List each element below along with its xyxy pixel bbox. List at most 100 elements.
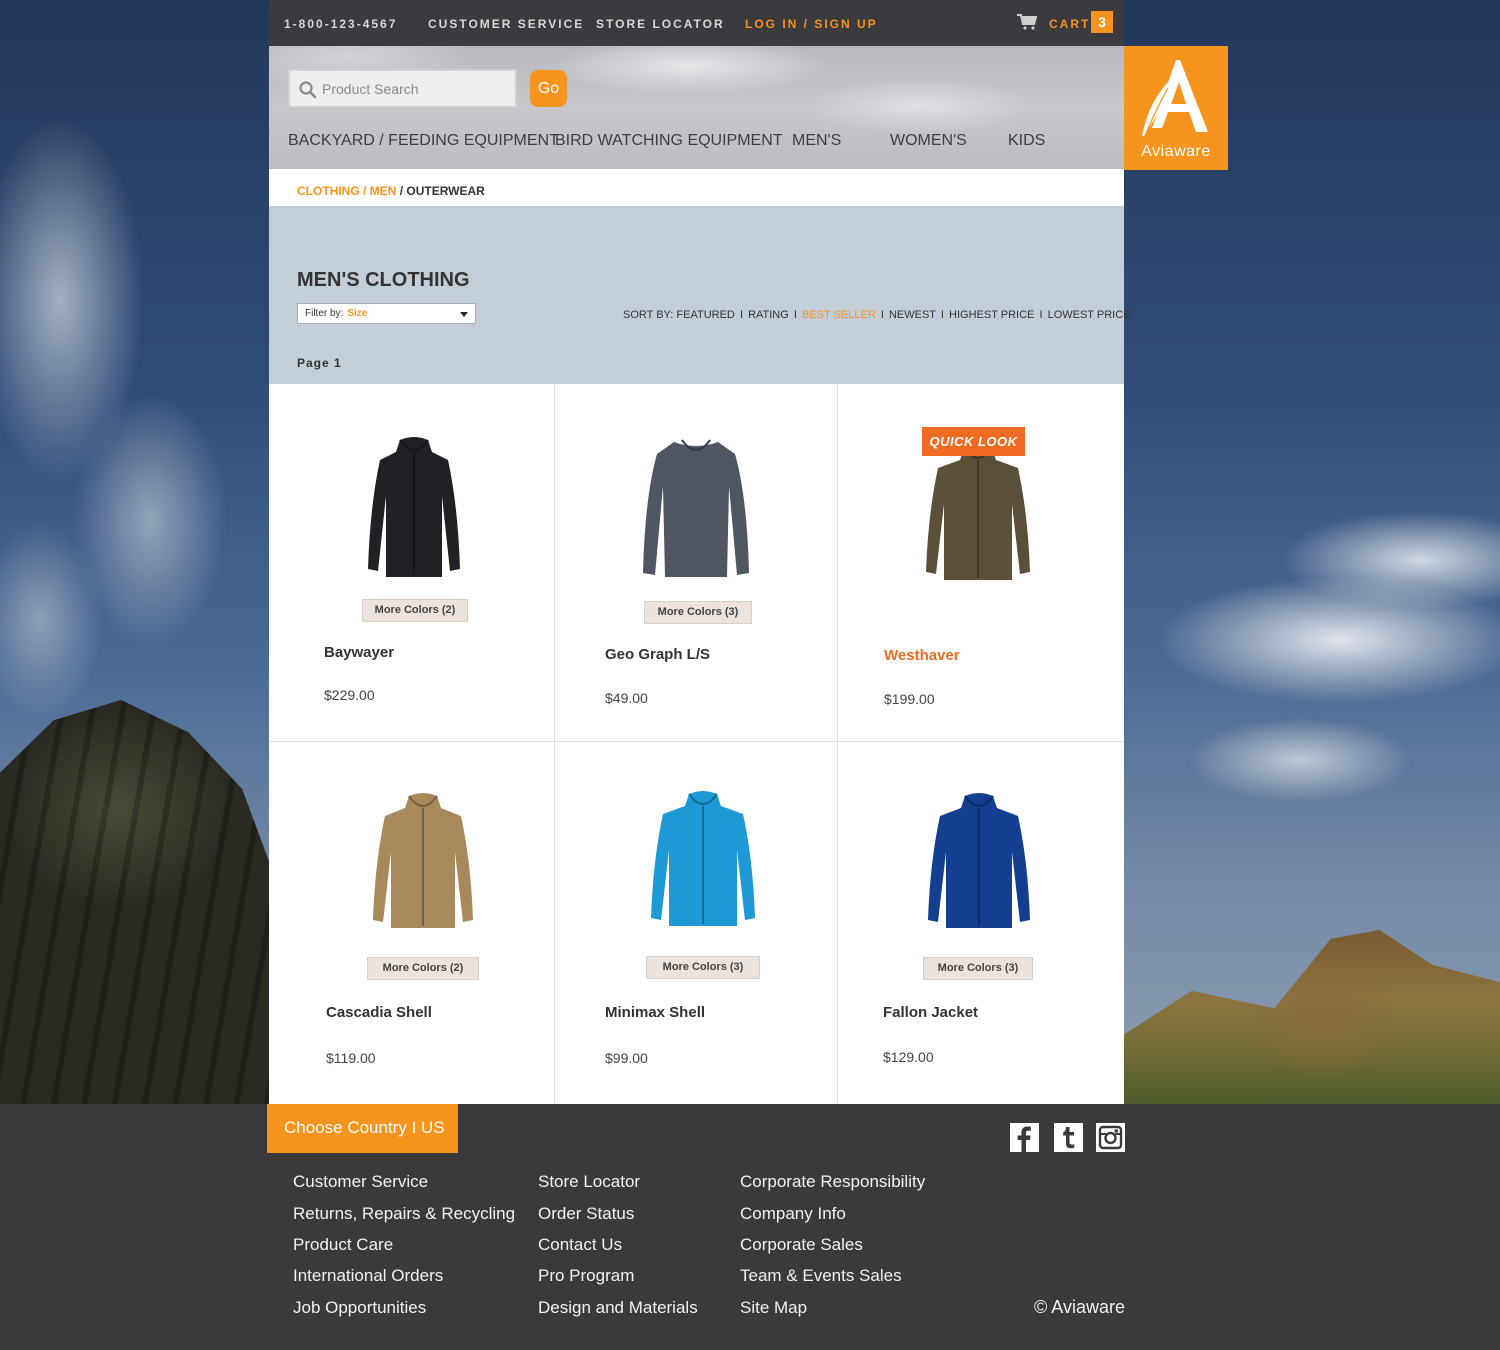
product-image-jacket[interactable] [924, 792, 1034, 932]
product-name[interactable]: Minimax Shell [605, 1004, 705, 1021]
garment-body [643, 442, 749, 577]
main-header: Go BACKYARD / FEEDING EQUIPMENT BIRD WAT… [269, 46, 1124, 169]
top-bar: 1-800-123-4567 CUSTOMER SERVICE STORE LO… [269, 0, 1124, 46]
more-colors-button[interactable]: More Colors (3) [923, 957, 1033, 980]
footer-link[interactable]: International Orders [293, 1266, 443, 1286]
sort-options: SORT BY: FEATURED I RATING I BEST SELLER… [623, 309, 1131, 321]
footer-link[interactable]: Returns, Repairs & Recycling [293, 1204, 515, 1224]
filter-value: Size [347, 308, 368, 319]
sort-prefix: SORT BY: [623, 309, 674, 321]
sort-separator: I [739, 309, 743, 321]
choose-country-button[interactable]: Choose Country I US [267, 1104, 458, 1153]
breadcrumb: CLOTHING / MEN / OUTERWEAR [269, 169, 1124, 206]
category-header: MEN'S CLOTHING Filter by: Size SORT BY: F… [269, 206, 1131, 384]
product-image-jacket[interactable] [364, 436, 464, 581]
breadcrumb-separator: / [359, 184, 370, 198]
more-colors-button[interactable]: More Colors (3) [646, 956, 760, 979]
tumblr-icon[interactable] [1054, 1123, 1083, 1152]
breadcrumb-separator: / [396, 184, 407, 198]
product-grid: More Colors (2) Baywayer $229.00 More Co… [269, 384, 1124, 1104]
footer-link[interactable]: Company Info [740, 1204, 846, 1224]
search-box [288, 69, 517, 108]
product-price: $229.00 [324, 687, 375, 703]
breadcrumb-outerwear: OUTERWEAR [406, 184, 485, 198]
product-image-jacket[interactable] [369, 792, 477, 932]
product-price: $49.00 [605, 690, 648, 706]
nav-mens[interactable]: MEN'S [792, 132, 841, 150]
phone-number: 1-800-123-4567 [284, 17, 398, 31]
product-price: $129.00 [883, 1049, 934, 1065]
product-name[interactable]: Westhaver [884, 647, 960, 664]
product-card[interactable]: More Colors (2) Baywayer $229.00 [269, 384, 555, 742]
quick-look-button[interactable]: QUICK LOOK [922, 427, 1025, 456]
more-colors-button[interactable]: More Colors (3) [644, 601, 752, 624]
product-card[interactable]: More Colors (3) Minimax Shell $99.00 [555, 742, 838, 1104]
logo-feather-a-icon [1142, 60, 1208, 136]
logo-text: Aviaware [1141, 143, 1211, 160]
nav-backyard-feeding[interactable]: BACKYARD / FEEDING EQUIPMENT [288, 132, 559, 150]
product-name[interactable]: Baywayer [324, 644, 394, 661]
footer: Choose Country I US Customer Service Ret… [0, 1104, 1500, 1350]
product-card[interactable]: QUICK LOOK Westhaver $199.00 [838, 384, 1124, 742]
product-price: $199.00 [884, 691, 935, 707]
product-card[interactable]: More Colors (3) Geo Graph L/S $49.00 [555, 384, 838, 742]
sort-separator: I [940, 309, 944, 321]
sort-best-seller[interactable]: BEST SELLER [802, 309, 876, 321]
sort-highest-price[interactable]: HIGHEST PRICE [949, 309, 1034, 321]
product-search-input[interactable] [322, 71, 512, 106]
footer-link[interactable]: Contact Us [538, 1235, 622, 1255]
sort-lowest-price[interactable]: LOWEST PRICE [1048, 309, 1131, 321]
product-name[interactable]: Cascadia Shell [326, 1004, 432, 1021]
footer-link[interactable]: Corporate Sales [740, 1235, 863, 1255]
more-colors-button[interactable]: More Colors (2) [367, 957, 479, 980]
breadcrumb-men[interactable]: MEN [370, 184, 397, 198]
page-title: MEN'S CLOTHING [297, 269, 470, 291]
product-card[interactable]: More Colors (3) Fallon Jacket $129.00 [838, 742, 1124, 1104]
footer-link[interactable]: Pro Program [538, 1266, 634, 1286]
nav-womens[interactable]: WOMEN'S [890, 132, 967, 150]
login-signup-link[interactable]: LOG IN / SIGN UP [745, 17, 878, 31]
footer-link[interactable]: Product Care [293, 1235, 393, 1255]
product-card[interactable]: More Colors (2) Cascadia Shell $119.00 [269, 742, 555, 1104]
cart-count-badge: 3 [1091, 11, 1113, 33]
footer-link[interactable]: Design and Materials [538, 1298, 698, 1318]
product-price: $99.00 [605, 1050, 648, 1066]
search-go-button[interactable]: Go [530, 70, 567, 107]
sort-separator: I [1039, 309, 1043, 321]
footer-link[interactable]: Order Status [538, 1204, 634, 1224]
sort-newest[interactable]: NEWEST [889, 309, 936, 321]
sort-featured[interactable]: FEATURED [676, 309, 734, 321]
filter-label: Filter by: [305, 308, 344, 319]
product-image-jacket[interactable] [647, 790, 759, 930]
product-image-shirt[interactable] [639, 436, 753, 581]
sort-separator: I [880, 309, 884, 321]
cart-link[interactable]: CART [1049, 17, 1090, 31]
more-colors-button[interactable]: More Colors (2) [362, 599, 468, 622]
facebook-icon[interactable] [1010, 1123, 1039, 1152]
filter-dropdown[interactable]: Filter by: Size [297, 303, 476, 324]
product-name[interactable]: Geo Graph L/S [605, 646, 710, 663]
footer-link[interactable]: Customer Service [293, 1172, 428, 1192]
breadcrumb-clothing[interactable]: CLOTHING [297, 184, 360, 198]
instagram-icon[interactable] [1096, 1123, 1125, 1152]
nav-kids[interactable]: KIDS [1008, 132, 1045, 150]
cart-icon[interactable] [1017, 14, 1037, 30]
page-indicator: Page 1 [297, 356, 342, 370]
copyright: © Aviaware [1034, 1297, 1125, 1317]
chevron-down-icon [460, 312, 468, 317]
customer-service-link[interactable]: CUSTOMER SERVICE [428, 17, 584, 31]
search-icon [299, 81, 317, 99]
footer-link[interactable]: Team & Events Sales [740, 1266, 902, 1286]
nav-bird-watching[interactable]: BIRD WATCHING EQUIPMENT [555, 132, 783, 150]
sort-rating[interactable]: RATING [748, 309, 789, 321]
footer-link[interactable]: Corporate Responsibility [740, 1172, 925, 1192]
sort-separator: I [793, 309, 797, 321]
product-image-jacket[interactable] [922, 444, 1034, 584]
footer-link[interactable]: Job Opportunities [293, 1298, 426, 1318]
product-name[interactable]: Fallon Jacket [883, 1004, 978, 1021]
store-locator-link[interactable]: STORE LOCATOR [596, 17, 725, 31]
footer-link[interactable]: Site Map [740, 1298, 807, 1318]
aviaware-logo[interactable]: Aviaware [1124, 46, 1228, 170]
footer-link[interactable]: Store Locator [538, 1172, 640, 1192]
product-price: $119.00 [326, 1050, 376, 1066]
